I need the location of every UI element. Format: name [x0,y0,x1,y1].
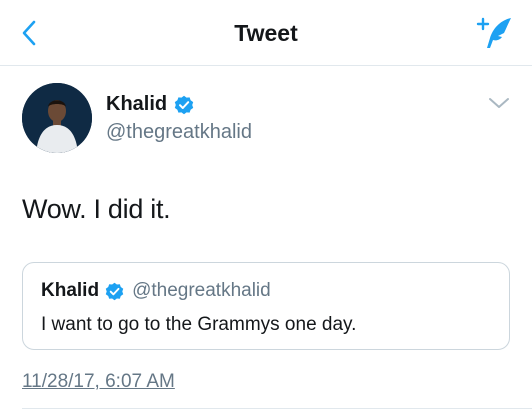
profile-photo [22,83,92,153]
verified-badge-icon [105,282,124,300]
chevron-down-icon [489,98,509,108]
quoted-tweet-text: I want to go to the Grammys one day. [41,314,357,335]
quoted-author-handle: @thegreatkhalid [132,280,271,301]
tweet-timestamp[interactable]: 11/28/17, 6:07 AM [22,371,175,393]
compose-tweet-button[interactable] [474,14,514,52]
quoted-tweet-header: Khalid @thegreatkhalid [41,280,271,302]
avatar[interactable] [22,83,92,153]
author-name[interactable]: Khalid [106,93,167,116]
author-handle[interactable]: @thegreatkhalid [106,121,252,144]
verified-badge-icon [174,95,194,114]
page-title: Tweet [234,20,298,46]
compose-tweet-icon [476,17,511,48]
quoted-tweet-card[interactable]: Khalid @thegreatkhalid I want to go to t… [22,262,510,350]
quoted-author-name: Khalid [41,280,100,301]
author-name-row: Khalid [106,93,194,116]
tweet-text: Wow. I did it. [22,194,171,224]
tweet-menu-button[interactable] [488,95,510,111]
top-bar: Tweet [0,0,532,66]
divider [22,408,532,409]
